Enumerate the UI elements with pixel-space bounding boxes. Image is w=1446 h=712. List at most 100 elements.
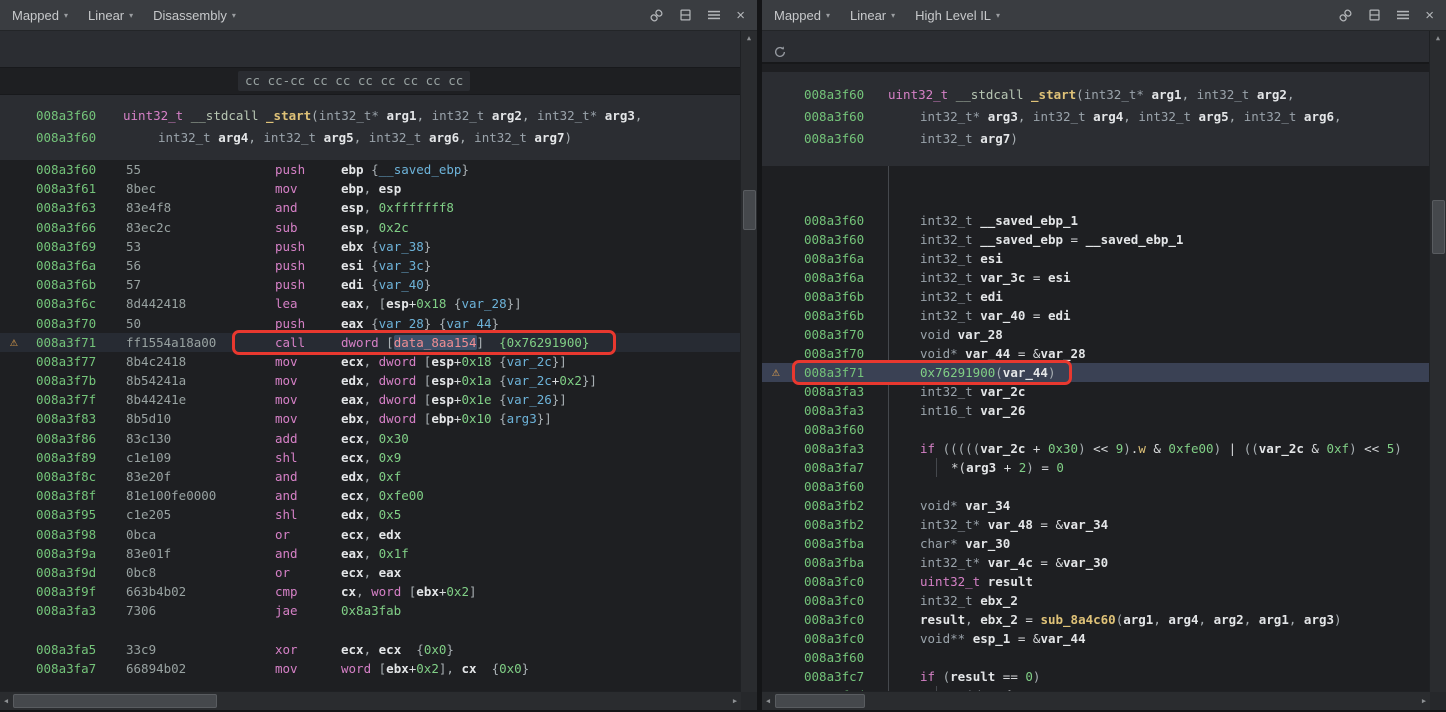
disasm-row[interactable]: 008a3f6055pushebp {__saved_ebp} (0, 160, 741, 179)
hlil-row[interactable]: 008a3fbachar* var_30 (762, 534, 1430, 553)
mnemonic: and (275, 486, 341, 505)
close-icon[interactable]: × (1425, 8, 1434, 23)
signature-line[interactable]: 008a3f60int32_t arg4, int32_t arg5, int3… (0, 127, 741, 149)
disasm-row[interactable]: 008a3f7b8b54241amovedx, dword [esp+0x1a … (0, 371, 741, 390)
scroll-right-arrow[interactable]: ▶ (729, 692, 741, 710)
hlil-row[interactable]: 008a3f60 (762, 477, 1430, 496)
scrollbar-thumb[interactable] (1432, 200, 1445, 254)
view-mode-menu[interactable]: Mapped ▾ (774, 8, 830, 23)
hlil-row[interactable]: 008a3fa3int16_t var_26 (762, 401, 1430, 420)
signature-line[interactable]: 008a3f60uint32_t __stdcall _start(int32_… (0, 105, 741, 127)
disasm-row[interactable]: 008a3f6c8d442418leaeax, [esp+0x18 {var_2… (0, 294, 741, 313)
hlil-row[interactable]: 008a3fa7*(arg3 + 2) = 0 (762, 458, 1430, 477)
token: var_3c (980, 270, 1025, 285)
disasm-row[interactable]: 008a3f7f8b44241emoveax, dword [esp+0x1e … (0, 390, 741, 409)
hlil-row[interactable]: 008a3fc0void** esp_1 = &var_44 (762, 629, 1430, 648)
scroll-left-arrow[interactable]: ◀ (762, 692, 774, 710)
right-vertical-scrollbar[interactable]: ▲ (1429, 30, 1446, 692)
hlil-row[interactable]: 008a3f60int32_t __saved_ebp = __saved_eb… (762, 230, 1430, 249)
token: word (371, 584, 401, 599)
disasm-row[interactable]: 008a3f89c1e109shlecx, 0x9 (0, 448, 741, 467)
hlil-row[interactable]: 008a3fa3int32_t var_2c (762, 382, 1430, 401)
il-form-menu[interactable]: Disassembly ▾ (153, 8, 236, 23)
disasm-row[interactable]: 008a3f9f663b4b02cmpcx, word [ebx+0x2] (0, 582, 741, 601)
disasm-row[interactable]: 008a3fa37306jae0x8a3fab (0, 601, 741, 620)
hlil-row[interactable]: 008a3fb2void* var_34 (762, 496, 1430, 515)
disasm-row[interactable]: 008a3f7050pusheax {var_28} {var_44} (0, 314, 741, 333)
hlil-row[interactable]: 008a3f6aint32_t esi (762, 249, 1430, 268)
scroll-up-arrow[interactable]: ▲ (1430, 31, 1446, 45)
disasm-row[interactable]: 008a3f778b4c2418movecx, dword [esp+0x18 … (0, 352, 741, 371)
split-view-icon[interactable] (1368, 8, 1381, 22)
sticky-function-signature[interactable]: uint32_t __stdcall _start(int32_t* arg1,… (762, 30, 1430, 64)
token: } (424, 277, 432, 292)
view-mode-menu[interactable]: Mapped ▾ (12, 8, 68, 23)
hlil-row[interactable]: 008a3fc7if (result == 0) (762, 667, 1430, 686)
signature-line[interactable]: 008a3f60uint32_t __stdcall _start(int32_… (762, 84, 1430, 106)
disasm-row[interactable]: 008a3f980bcaorecx, edx (0, 525, 741, 544)
signature-line[interactable]: 008a3f60int32_t arg7) (762, 128, 1430, 150)
scrollbar-thumb[interactable] (775, 694, 865, 708)
scroll-left-arrow[interactable]: ◀ (0, 692, 12, 710)
scroll-right-arrow[interactable]: ▶ (1418, 692, 1430, 710)
disasm-row[interactable]: 008a3f6953pushebx {var_38} (0, 237, 741, 256)
disasm-row[interactable]: 008a3f838b5d10movebx, dword [ebp+0x10 {a… (0, 409, 741, 428)
hlil-row[interactable]: 008a3fc0uint32_t result (762, 572, 1430, 591)
il-form-menu[interactable]: High Level IL ▾ (915, 8, 1000, 23)
token: esp (379, 181, 402, 196)
menu-icon[interactable] (1396, 9, 1410, 21)
hlil-row[interactable]: 008a3fbaint32_t* var_4c = &var_30 (762, 553, 1430, 572)
hlil-row[interactable]: 008a3f710x76291900(var_44)⚠ (762, 363, 1430, 382)
hlil-row[interactable]: 008a3fb2int32_t* var_48 = &var_34 (762, 515, 1430, 534)
left-vertical-scrollbar[interactable]: ▲ (740, 30, 757, 692)
token: } (522, 661, 530, 676)
function-signature-block[interactable]: 008a3f60uint32_t __stdcall _start(int32_… (0, 94, 741, 161)
block-separator (762, 64, 1430, 72)
scrollbar-thumb[interactable] (13, 694, 217, 708)
link-icon[interactable] (1338, 8, 1353, 23)
disasm-row[interactable]: 008a3f6b57pushedi {var_40} (0, 275, 741, 294)
disasm-row[interactable]: 008a3f9d0bc8orecx, eax (0, 563, 741, 582)
hlil-row[interactable]: 008a3f60 (762, 648, 1430, 667)
disasm-row[interactable]: 008a3fa766894b02movword [ebx+0x2], cx {0… (0, 659, 741, 678)
right-horizontal-scrollbar[interactable]: ◀ ▶ (762, 691, 1430, 710)
disasm-row[interactable]: 008a3f8683c130addecx, 0x30 (0, 429, 741, 448)
hlil-row[interactable]: 008a3f6bint32_t edi (762, 287, 1430, 306)
hlil-row[interactable]: 008a3f60int32_t __saved_ebp_1 (762, 211, 1430, 230)
sticky-address-header[interactable]: 0x8a3f56 (0, 30, 741, 68)
split-view-icon[interactable] (679, 8, 692, 22)
hlil-row[interactable]: 008a3fa3if (((((var_2c + 0x30) << 9).w &… (762, 439, 1430, 458)
disasm-row[interactable]: 008a3fa533c9xorecx, ecx {0x0} (0, 640, 741, 659)
address: 008a3fc0 (804, 591, 864, 610)
disasm-row[interactable]: 008a3f71ff1554a18a00calldword [data_8aa1… (0, 333, 741, 352)
token: cx (341, 584, 356, 599)
disasm-row[interactable]: 008a3f8f81e100fe0000andecx, 0xfe00 (0, 486, 741, 505)
scroll-up-arrow[interactable]: ▲ (741, 31, 757, 45)
disasm-row[interactable]: 008a3f6383e4f8andesp, 0xfffffff8 (0, 198, 741, 217)
left-horizontal-scrollbar[interactable]: ◀ ▶ (0, 691, 741, 710)
signature-line[interactable]: 008a3f60int32_t* arg3, int32_t arg4, int… (762, 106, 1430, 128)
disasm-row[interactable] (0, 621, 741, 640)
hlil-row[interactable]: 008a3f70void* var_44 = &var_28 (762, 344, 1430, 363)
layout-menu[interactable]: Linear ▾ (850, 8, 895, 23)
disasm-row[interactable]: 008a3f9a83e01fandeax, 0x1f (0, 544, 741, 563)
hlil-row[interactable]: 008a3fc0int32_t ebx_2 (762, 591, 1430, 610)
close-icon[interactable]: × (736, 8, 745, 23)
hlil-row[interactable]: 008a3f60 (762, 420, 1430, 439)
disasm-row[interactable]: 008a3f618becmovebp, esp (0, 179, 741, 198)
disasm-row[interactable]: 008a3f6a56pushesi {var_3c} (0, 256, 741, 275)
function-signature-block[interactable]: 008a3f60uint32_t __stdcall _start(int32_… (762, 72, 1430, 166)
refresh-icon[interactable] (773, 39, 787, 64)
scrollbar-thumb[interactable] (743, 190, 756, 230)
hlil-row[interactable]: 008a3fc0result, ebx_2 = sub_8a4c60(arg1,… (762, 610, 1430, 629)
layout-menu[interactable]: Linear ▾ (88, 8, 133, 23)
hex-bytes-row[interactable]: 008a3f56 cc cc-cc cc cc cc cc cc cc cc .… (0, 68, 741, 94)
disasm-row[interactable]: 008a3f95c1e205shledx, 0x5 (0, 505, 741, 524)
disasm-row[interactable]: 008a3f6683ec2csubesp, 0x2c (0, 218, 741, 237)
link-icon[interactable] (649, 8, 664, 23)
hlil-row[interactable]: 008a3f6aint32_t var_3c = esi (762, 268, 1430, 287)
disasm-row[interactable]: 008a3f8c83e20fandedx, 0xf (0, 467, 741, 486)
hlil-row[interactable]: 008a3f70void var_28 (762, 325, 1430, 344)
hlil-row[interactable]: 008a3f6bint32_t var_40 = edi (762, 306, 1430, 325)
menu-icon[interactable] (707, 9, 721, 21)
